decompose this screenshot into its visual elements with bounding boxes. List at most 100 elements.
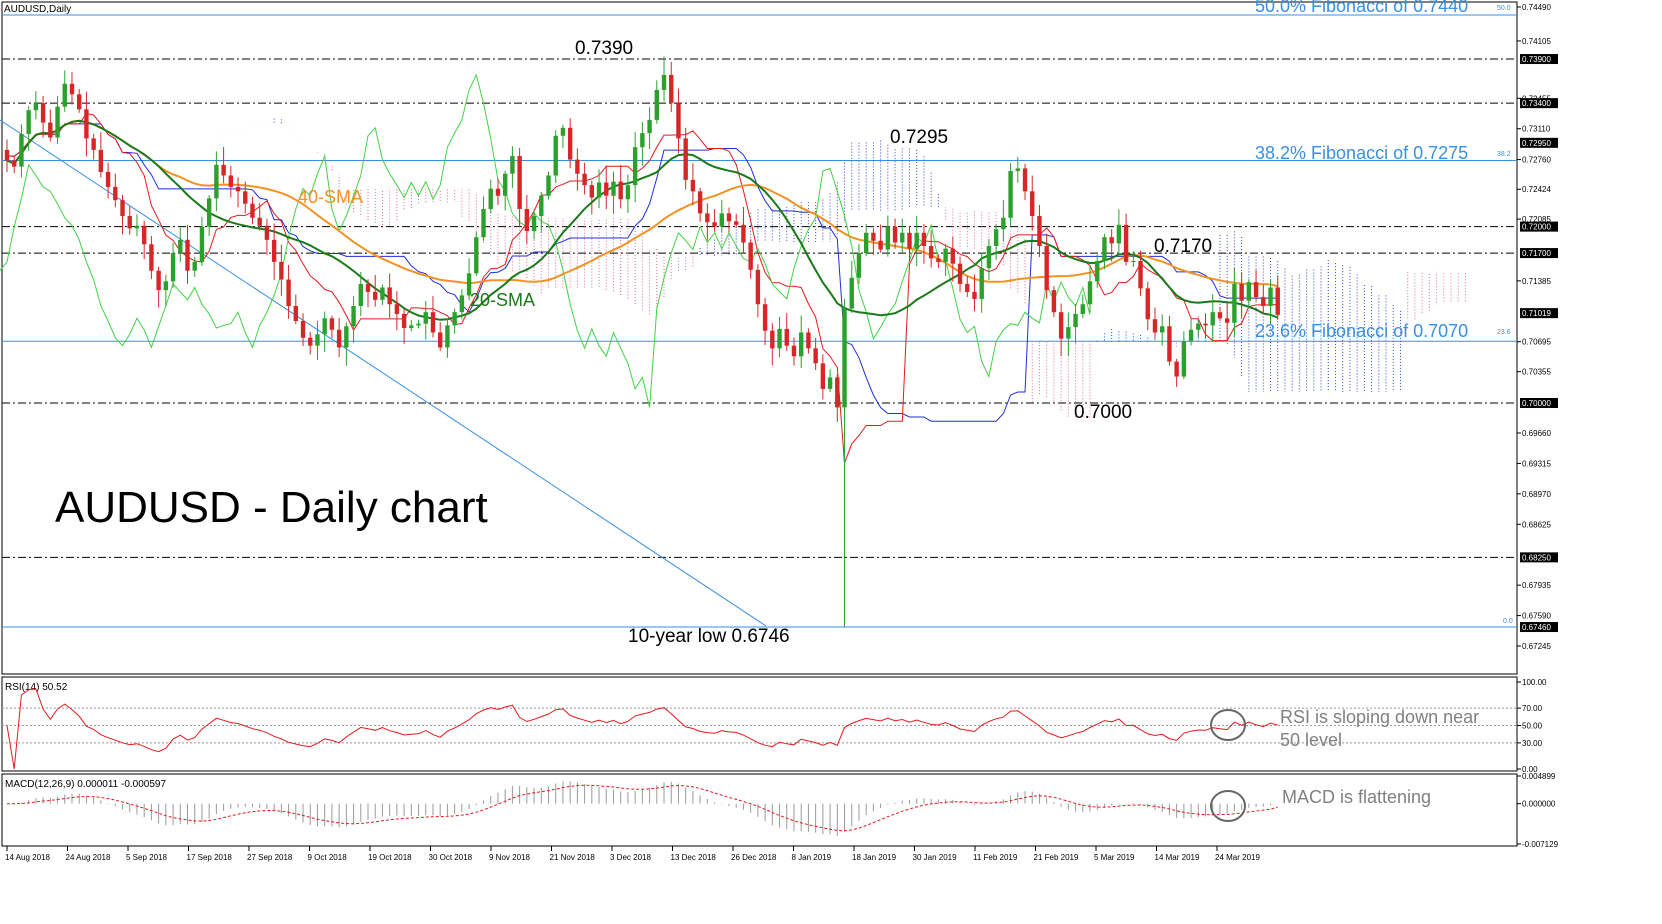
candle-body [849,277,854,309]
candle-body [632,147,638,186]
candle-body [510,156,515,174]
candle-body [791,345,797,357]
candle-body [914,232,919,249]
price-tick-label: 0.67245 [1522,642,1551,651]
candle-body [1051,290,1057,313]
candle-body [1066,327,1071,339]
time-tick-label: 24 Mar 2019 [1215,853,1260,862]
candle-body [214,164,219,199]
candle-body [322,318,327,335]
candle-body [430,312,436,333]
candle-body [474,237,479,274]
price-tick-label: 0.71385 [1522,277,1551,286]
candle-body [178,239,183,254]
candle-body [221,164,226,176]
candle-body [495,188,501,196]
candle-body [604,182,609,196]
candle-body [235,186,241,192]
time-tick-label: 14 Mar 2019 [1155,853,1200,862]
fib-236-tag: 23.6 [1497,329,1511,336]
candle-body [546,175,551,196]
candle-body [531,216,537,232]
candle-body [986,246,992,269]
macd-tick-label: 0.000000 [1522,800,1556,809]
chart-background [0,0,1662,919]
candle-body [1167,326,1172,362]
candle-body [380,287,385,300]
time-tick-label: 14 Aug 2018 [5,853,50,862]
candle-body [1196,323,1201,330]
macd-panel-title: MACD(12,26,9) 0.000011 -0.000597 [5,779,166,790]
high-label-07295: 0.7295 [890,127,948,148]
time-tick-label: 30 Jan 2019 [913,853,958,862]
candle-body [423,312,428,324]
candle-body [647,119,652,134]
candle-body [900,232,905,243]
candle-body [1001,217,1006,230]
candle-body [1203,323,1208,326]
price-highlight-label: 0.68250 [1522,553,1551,562]
price-highlight-label: 0.73900 [1522,55,1551,64]
candle-body [387,287,392,305]
time-tick-label: 5 Mar 2019 [1094,853,1135,862]
candle-body [1131,261,1136,263]
price-highlight-label: 0.72950 [1522,139,1551,148]
candle-body [336,329,342,348]
fib-236-label: 23.6% Fibonacci of 0.7070 [1255,321,1468,341]
time-tick-label: 5 Sep 2018 [126,853,167,862]
candle-body [863,232,869,254]
candle-body [806,332,811,349]
candle-body [1015,168,1020,172]
sma40-label: 40-SMA [298,187,363,207]
candle-body [77,94,82,110]
time-tick-label: 24 Aug 2018 [66,853,111,862]
candle-body [517,156,522,209]
candle-body [1152,319,1158,333]
candle-body [62,83,67,107]
time-tick-label: 27 Sep 2018 [247,853,293,862]
rsi-tick-label: 70.00 [1522,704,1543,713]
candle-body [250,203,255,218]
time-tick-label: 13 Dec 2018 [671,853,717,862]
candle-body [596,182,602,198]
candle-body [567,127,573,160]
candle-body [365,283,371,292]
sma20-label: 20-SMA [470,290,535,310]
candle-body [1022,168,1028,192]
candle-body [1232,283,1237,323]
candle-body [835,377,840,408]
candle-body [1030,191,1035,217]
candle-body [308,337,313,346]
candle-body [26,110,31,135]
candle-body [676,103,681,139]
candle-body [409,325,414,329]
candle-body [502,173,508,196]
candle-body [1044,246,1049,291]
candle-body [271,239,277,262]
candle-body [820,363,826,389]
time-tick-label: 3 Dec 2018 [610,853,651,862]
candle-body [69,83,75,95]
candle-body [4,149,10,161]
candle-body [1116,224,1122,244]
candle-body [84,109,89,139]
candle-body [199,226,205,262]
rsi-tick-label: 30.00 [1522,739,1543,748]
time-tick-label: 11 Feb 2019 [973,853,1018,862]
candle-body [394,304,400,314]
ten-year-low-label: 10-year low 0.6746 [628,626,790,647]
candle-body [1008,171,1013,218]
candle-body [33,103,39,111]
candle-body [892,226,898,243]
price-tick-label: 0.69660 [1522,429,1551,438]
candle-body [856,253,862,278]
candle-body [683,138,688,180]
price-tick-label: 0.70695 [1522,338,1551,347]
candle-body [705,213,710,223]
candle-body [401,313,407,329]
price-highlight-label: 0.72000 [1522,223,1551,232]
candle-body [1210,312,1215,326]
price-highlight-label: 0.71700 [1522,249,1551,258]
candle-body [784,328,789,346]
candle-body [120,200,125,217]
